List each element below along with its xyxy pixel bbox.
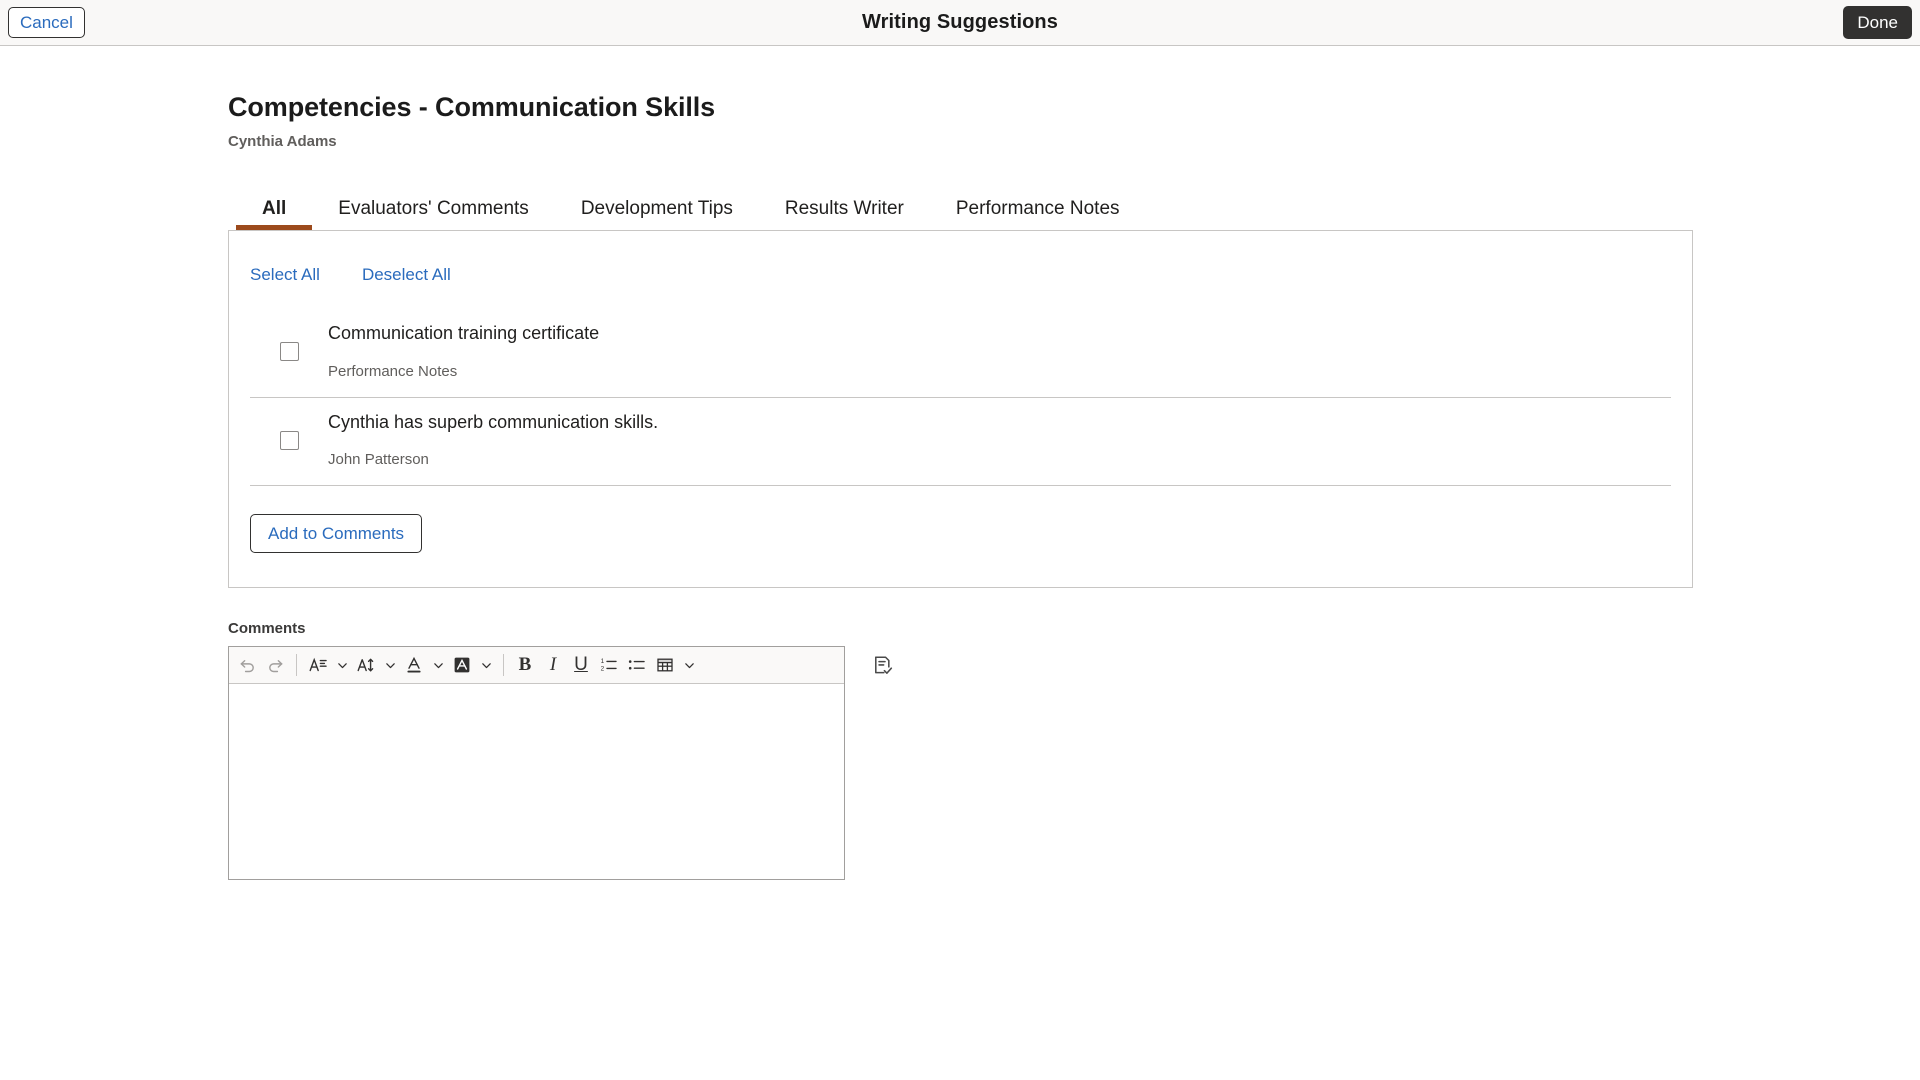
svg-text:1: 1 xyxy=(601,658,605,665)
tab-all[interactable]: All xyxy=(236,199,312,230)
bold-button[interactable]: B xyxy=(511,650,539,680)
add-to-comments-button[interactable]: Add to Comments xyxy=(250,514,422,553)
checkbox-cell xyxy=(250,431,328,450)
editor-row: B I U 1 2 xyxy=(228,646,1920,880)
tab-development-tips[interactable]: Development Tips xyxy=(555,199,759,230)
cancel-button[interactable]: Cancel xyxy=(8,7,85,38)
undo-icon[interactable] xyxy=(233,650,261,680)
tab-performance-notes[interactable]: Performance Notes xyxy=(930,199,1146,230)
chevron-down-icon[interactable] xyxy=(380,650,400,680)
employee-name: Cynthia Adams xyxy=(228,133,1920,150)
underline-button[interactable]: U xyxy=(567,650,595,680)
page-header-title: Writing Suggestions xyxy=(0,11,1920,34)
page-content: Competencies - Communication Skills Cynt… xyxy=(0,46,1920,880)
checkbox-cell xyxy=(250,342,328,361)
comments-section: Comments xyxy=(228,620,1920,880)
chevron-down-icon[interactable] xyxy=(332,650,352,680)
suggestion-text: Communication training certificate xyxy=(328,323,1671,345)
tab-results-writer[interactable]: Results Writer xyxy=(759,199,930,230)
writing-suggestions-icon[interactable] xyxy=(867,650,897,680)
deselect-all-link[interactable]: Deselect All xyxy=(362,265,451,285)
chevron-down-icon[interactable] xyxy=(428,650,448,680)
suggestion-source: John Patterson xyxy=(328,451,1671,469)
suggestion-checkbox[interactable] xyxy=(280,342,299,361)
app-header-bar: Cancel Writing Suggestions Done xyxy=(0,0,1920,46)
suggestions-panel: Select All Deselect All Communication tr… xyxy=(228,230,1693,588)
svg-text:2: 2 xyxy=(601,666,605,673)
comments-label: Comments xyxy=(228,620,1920,637)
toolbar-divider xyxy=(503,654,504,676)
done-button[interactable]: Done xyxy=(1843,6,1912,39)
bulleted-list-icon[interactable] xyxy=(623,650,651,680)
font-size-icon[interactable] xyxy=(352,650,380,680)
rich-text-editor: B I U 1 2 xyxy=(228,646,845,880)
suggestion-text: Cynthia has superb communication skills. xyxy=(328,412,1671,434)
italic-button[interactable]: I xyxy=(539,650,567,680)
numbered-list-icon[interactable]: 1 2 xyxy=(595,650,623,680)
tab-evaluators-comments[interactable]: Evaluators' Comments xyxy=(312,199,555,230)
tab-bar: All Evaluators' Comments Development Tip… xyxy=(236,186,1920,230)
suggestion-body: Communication training certificate Perfo… xyxy=(328,323,1671,381)
italic-label: I xyxy=(550,654,556,676)
toolbar-divider xyxy=(296,654,297,676)
suggestion-body: Cynthia has superb communication skills.… xyxy=(328,412,1671,470)
list-item[interactable]: Communication training certificate Perfo… xyxy=(250,309,1671,398)
underline-label: U xyxy=(574,654,588,676)
font-color-icon[interactable] xyxy=(400,650,428,680)
editor-toolbar: B I U 1 2 xyxy=(229,647,844,684)
chevron-down-icon[interactable] xyxy=(679,650,699,680)
suggestion-checkbox[interactable] xyxy=(280,431,299,450)
highlight-color-icon[interactable] xyxy=(448,650,476,680)
chevron-down-icon[interactable] xyxy=(476,650,496,680)
comments-text-area[interactable] xyxy=(229,684,844,879)
suggestions-list: Communication training certificate Perfo… xyxy=(250,309,1671,486)
bold-label: B xyxy=(519,654,532,676)
redo-icon[interactable] xyxy=(261,650,289,680)
suggestion-source: Performance Notes xyxy=(328,363,1671,381)
select-all-link[interactable]: Select All xyxy=(250,265,320,285)
panel-actions: Select All Deselect All xyxy=(229,231,1692,285)
paragraph-style-icon[interactable] xyxy=(304,650,332,680)
page-title: Competencies - Communication Skills xyxy=(228,92,1920,123)
list-item[interactable]: Cynthia has superb communication skills.… xyxy=(250,398,1671,487)
table-icon[interactable] xyxy=(651,650,679,680)
